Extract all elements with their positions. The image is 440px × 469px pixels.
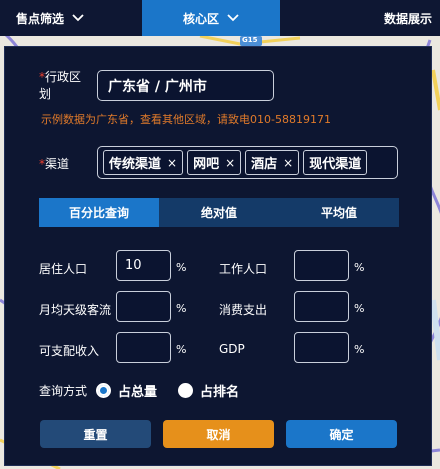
outlet-filter-label: 售点筛选 bbox=[15, 11, 64, 26]
radio-total-share[interactable]: 占总量 bbox=[96, 381, 157, 400]
region-cascader[interactable]: 广东省 / 广州市 bbox=[97, 70, 274, 101]
tab-average[interactable]: 平均值 bbox=[279, 198, 399, 227]
radio-rank-share-label: 占排名 bbox=[200, 385, 240, 400]
road-marker: G15 bbox=[242, 36, 258, 44]
cancel-button[interactable]: 取消 bbox=[163, 420, 274, 448]
channel-tag[interactable]: 网吧 × bbox=[187, 150, 242, 175]
chevron-down-icon bbox=[227, 14, 239, 22]
close-icon[interactable]: × bbox=[167, 156, 177, 170]
tab-percentage[interactable]: 百分比查询 bbox=[39, 198, 159, 227]
resident-pop-label: 居住人口 bbox=[39, 262, 88, 276]
resident-pop-value: 10 bbox=[125, 258, 142, 273]
query-type-tabs: 百分比查询 绝对值 平均值 bbox=[39, 198, 399, 227]
core-area-label: 核心区 bbox=[182, 11, 219, 26]
channel-tag-label: 现代渠道 bbox=[309, 157, 362, 172]
region-label-text: 行政区划 bbox=[39, 70, 82, 101]
data-display-menu[interactable]: 数据展示 bbox=[384, 0, 432, 36]
percent-unit: % bbox=[354, 343, 365, 356]
working-pop-input[interactable] bbox=[294, 250, 349, 281]
close-icon[interactable]: × bbox=[283, 156, 293, 170]
channel-tag[interactable]: 现代渠道 bbox=[303, 150, 368, 175]
reset-button[interactable]: 重置 bbox=[40, 420, 151, 448]
percent-unit: % bbox=[354, 261, 365, 274]
core-area-dropdown[interactable]: 核心区 bbox=[142, 0, 280, 36]
resident-pop-input[interactable]: 10 bbox=[116, 250, 171, 281]
channel-tag[interactable]: 酒店 × bbox=[245, 150, 300, 175]
disposable-income-input[interactable] bbox=[116, 332, 171, 363]
gdp-input[interactable] bbox=[294, 332, 349, 363]
percent-unit: % bbox=[176, 343, 187, 356]
channel-tag-label: 传统渠道 bbox=[109, 157, 162, 172]
radio-total-share-label: 占总量 bbox=[118, 385, 158, 400]
region-label: *行政区划 bbox=[39, 69, 89, 103]
channel-multiselect[interactable]: 传统渠道 × 网吧 × 酒店 × 现代渠道 bbox=[97, 146, 398, 179]
disposable-income-label: 可支配收入 bbox=[39, 344, 100, 358]
working-pop-label: 工作人口 bbox=[219, 262, 268, 276]
region-value: 广东省 / 广州市 bbox=[108, 79, 207, 95]
channel-tag-label: 酒店 bbox=[251, 157, 278, 172]
percent-unit: % bbox=[354, 302, 365, 315]
close-icon[interactable]: × bbox=[225, 156, 235, 170]
channel-tag-label: 网吧 bbox=[193, 157, 220, 172]
region-notice: 示例数据为广东省，查看其他区域，请致电010-58819171 bbox=[41, 113, 331, 126]
confirm-button[interactable]: 确定 bbox=[286, 420, 397, 448]
consumption-input[interactable] bbox=[294, 291, 349, 322]
gdp-label: GDP bbox=[219, 342, 245, 356]
percent-unit: % bbox=[176, 302, 187, 315]
radio-rank-share[interactable]: 占排名 bbox=[178, 381, 239, 400]
daily-traffic-input[interactable] bbox=[116, 291, 171, 322]
outlet-filter-dropdown[interactable]: 售点筛选 bbox=[0, 0, 100, 36]
radio-unchecked-icon bbox=[178, 383, 193, 398]
channel-label-text: 渠道 bbox=[45, 157, 70, 171]
top-nav-bar: 售点筛选 核心区 数据展示 bbox=[0, 0, 440, 36]
data-display-label: 数据展示 bbox=[383, 11, 432, 26]
percent-unit: % bbox=[176, 261, 187, 274]
chevron-down-icon bbox=[72, 14, 84, 22]
daily-traffic-label: 月均天级客流 bbox=[39, 303, 112, 317]
query-mode-label: 查询方式 bbox=[39, 384, 88, 398]
consumption-label: 消费支出 bbox=[219, 303, 268, 317]
tab-absolute[interactable]: 绝对值 bbox=[159, 198, 279, 227]
channel-tag[interactable]: 传统渠道 × bbox=[103, 150, 184, 175]
channel-label: *渠道 bbox=[39, 155, 69, 172]
radio-checked-icon bbox=[96, 383, 111, 398]
core-area-filter-panel: *行政区划 广东省 / 广州市 示例数据为广东省，查看其他区域，请致电010-5… bbox=[4, 46, 432, 466]
